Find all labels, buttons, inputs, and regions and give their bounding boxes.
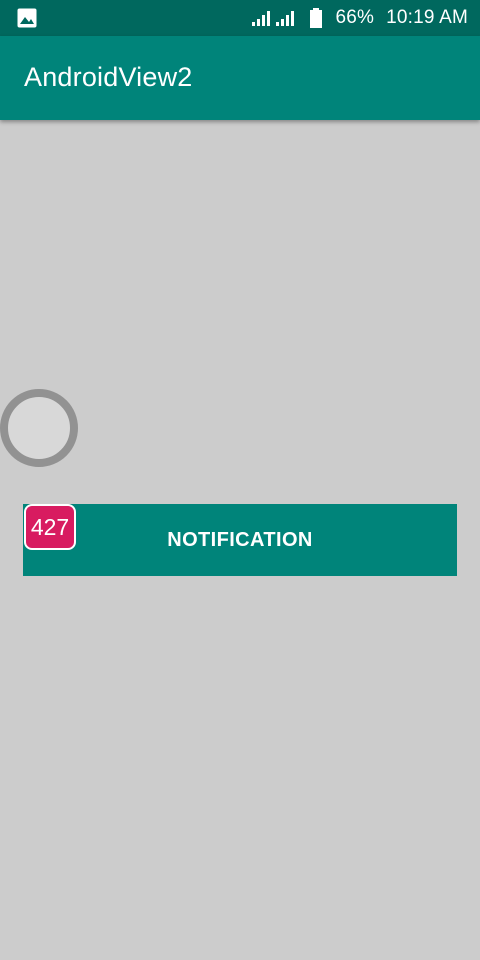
battery-icon (309, 8, 323, 28)
status-time: 10:19 AM (386, 7, 468, 28)
status-bar: 66% 10:19 AM (0, 0, 480, 36)
app-bar: AndroidView2 (0, 36, 480, 120)
signal-icon (251, 10, 273, 26)
battery-percent: 66% (335, 7, 375, 28)
app-title: AndroidView2 (24, 62, 193, 92)
status-indicators: 66% 10:19 AM (251, 0, 468, 36)
signal-icon (275, 10, 297, 26)
circle-icon[interactable] (0, 389, 78, 467)
notification-badge: 427 (24, 504, 76, 550)
image-icon (17, 8, 37, 28)
notification-button-label: NOTIFICATION (167, 529, 313, 551)
notification-button[interactable]: NOTIFICATION (23, 504, 457, 576)
